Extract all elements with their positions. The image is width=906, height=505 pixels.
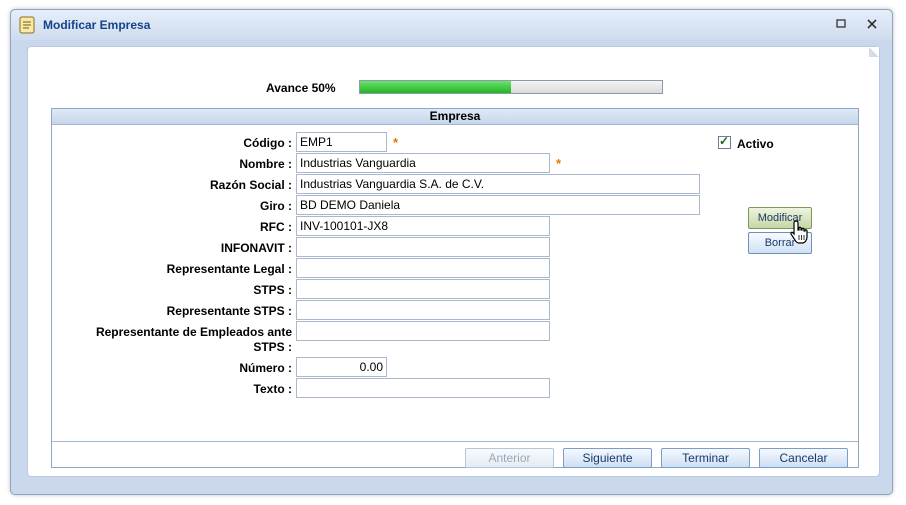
nombre-label: Nombre : (239, 157, 292, 171)
numero-label: Número : (239, 361, 292, 375)
texto-label: Texto : (253, 382, 292, 396)
terminar-button[interactable]: Terminar (661, 448, 750, 468)
stps-label: STPS : (253, 283, 292, 297)
nombre-input[interactable] (296, 153, 550, 173)
empresa-fieldset: Empresa Código : * Nombre : * Razón Soci… (51, 108, 859, 468)
siguiente-button[interactable]: Siguiente (563, 448, 652, 468)
progress-fill (360, 81, 511, 93)
rfc-input[interactable] (296, 216, 550, 236)
razon-social-label: Razón Social : (209, 178, 292, 192)
hand-cursor-icon (790, 220, 808, 244)
progress-label: Avance 50% (266, 81, 336, 95)
modificar-empresa-window: Modificar Empresa Avance 50% Empresa Cód… (10, 9, 893, 495)
representante-empleados-label-line2: STPS : (253, 340, 292, 354)
activo-checkbox[interactable] (718, 134, 731, 149)
infonavit-input[interactable] (296, 237, 550, 257)
codigo-input[interactable] (296, 132, 387, 152)
stps-input[interactable] (296, 279, 550, 299)
codigo-label: Código : (243, 136, 292, 150)
codigo-required-mark: * (393, 135, 399, 150)
representante-empleados-input[interactable] (296, 321, 550, 341)
window-title: Modificar Empresa (43, 18, 151, 32)
texto-input[interactable] (296, 378, 550, 398)
representante-empleados-label-line1: Representante de Empleados ante (95, 325, 292, 339)
content-panel: Avance 50% Empresa Código : * Nombre : *… (27, 46, 880, 477)
representante-stps-label: Representante STPS : (166, 304, 292, 318)
activo-label: Activo (737, 137, 774, 151)
representante-legal-input[interactable] (296, 258, 550, 278)
representante-legal-label: Representante Legal : (166, 262, 292, 276)
title-bar[interactable]: Modificar Empresa (11, 10, 892, 40)
infonavit-label: INFONAVIT : (220, 241, 292, 255)
giro-input[interactable] (296, 195, 700, 215)
fieldset-title: Empresa (52, 109, 858, 125)
form-icon (19, 16, 35, 34)
maximize-icon[interactable] (833, 16, 849, 32)
nombre-required-mark: * (556, 156, 562, 171)
footer-separator (52, 441, 858, 442)
close-icon[interactable] (864, 16, 880, 32)
giro-label: Giro : (260, 199, 292, 213)
rfc-label: RFC : (260, 220, 292, 234)
razon-social-input[interactable] (296, 174, 700, 194)
progress-bar (359, 80, 663, 94)
anterior-button[interactable]: Anterior (465, 448, 554, 468)
numero-input[interactable] (296, 357, 387, 377)
corner-fold (869, 47, 879, 57)
representante-stps-input[interactable] (296, 300, 550, 320)
cancelar-button[interactable]: Cancelar (759, 448, 848, 468)
